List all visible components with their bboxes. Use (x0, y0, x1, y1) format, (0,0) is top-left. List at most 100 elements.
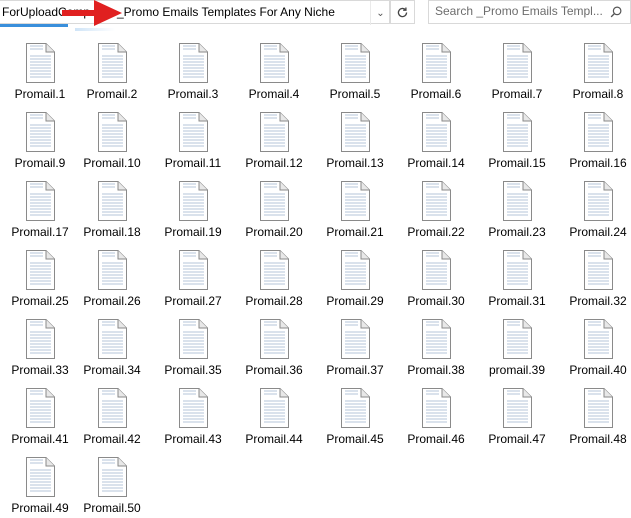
file-item[interactable]: Promail.5 (315, 36, 395, 104)
document-icon (503, 388, 532, 428)
file-item[interactable]: Promail.49 (0, 450, 80, 518)
file-item[interactable]: Promail.12 (234, 105, 314, 173)
file-name-label: Promail.11 (164, 156, 222, 170)
breadcrumb-parent[interactable]: ForUploadComp (2, 5, 114, 19)
file-item[interactable]: Promail.9 (0, 105, 80, 173)
selection-underline (0, 24, 68, 27)
chevron-down-icon: ⌄ (376, 7, 385, 19)
file-item[interactable]: Promail.38 (396, 312, 476, 380)
file-item[interactable]: Promail.26 (72, 243, 152, 311)
file-item[interactable]: Promail.34 (72, 312, 152, 380)
file-item[interactable]: Promail.17 (0, 174, 80, 242)
file-item[interactable]: Promail.28 (234, 243, 314, 311)
file-item[interactable]: Promail.35 (153, 312, 233, 380)
file-item[interactable]: Promail.20 (234, 174, 314, 242)
file-name-label: Promail.28 (245, 294, 303, 308)
file-item[interactable]: Promail.41 (0, 381, 80, 449)
file-item[interactable]: Promail.14 (396, 105, 476, 173)
document-icon (179, 43, 208, 83)
document-icon (341, 250, 370, 290)
file-item[interactable]: Promail.40 (558, 312, 631, 380)
file-item[interactable]: Promail.6 (396, 36, 476, 104)
file-name-label: Promail.47 (488, 432, 546, 446)
file-name-label: Promail.21 (326, 225, 384, 239)
file-name-label: Promail.40 (569, 363, 627, 377)
file-item[interactable]: Promail.13 (315, 105, 395, 173)
file-item[interactable]: Promail.1 (0, 36, 80, 104)
file-item[interactable]: Promail.25 (0, 243, 80, 311)
search-icon[interactable] (610, 6, 622, 18)
refresh-button[interactable] (390, 0, 415, 24)
file-item[interactable]: Promail.7 (477, 36, 557, 104)
file-item[interactable]: Promail.4 (234, 36, 314, 104)
search-box[interactable] (428, 0, 631, 24)
file-name-label: Promail.23 (488, 225, 546, 239)
breadcrumb-current-folder[interactable]: _Promo Emails Templates For Any Niche (117, 5, 335, 19)
file-item[interactable]: Promail.45 (315, 381, 395, 449)
file-item[interactable]: Promail.19 (153, 174, 233, 242)
file-name-label: Promail.7 (491, 87, 543, 101)
file-grid: Promail.1 Promail.2 Promail.3 Promail.4 Prom… (0, 36, 631, 518)
file-item[interactable]: Promail.44 (234, 381, 314, 449)
address-bar[interactable]: ForUploadComp _Promo Emails Templates Fo… (0, 0, 390, 27)
file-name-label: Promail.22 (407, 225, 465, 239)
file-item[interactable]: Promail.31 (477, 243, 557, 311)
file-item[interactable]: Promail.2 (72, 36, 152, 104)
file-item[interactable]: Promail.48 (558, 381, 631, 449)
document-icon (422, 112, 451, 152)
file-item[interactable]: Promail.33 (0, 312, 80, 380)
document-icon (584, 43, 613, 83)
document-icon (98, 250, 127, 290)
file-item[interactable]: Promail.23 (477, 174, 557, 242)
document-icon (341, 112, 370, 152)
file-item[interactable]: Promail.30 (396, 243, 476, 311)
document-icon (26, 457, 55, 497)
address-dropdown-button[interactable]: ⌄ (370, 1, 390, 25)
document-icon (179, 319, 208, 359)
file-item[interactable]: Promail.29 (315, 243, 395, 311)
file-name-label: Promail.34 (83, 363, 141, 377)
file-item[interactable]: Promail.10 (72, 105, 152, 173)
file-item[interactable]: Promail.15 (477, 105, 557, 173)
file-item[interactable]: Promail.36 (234, 312, 314, 380)
file-item[interactable]: Promail.21 (315, 174, 395, 242)
document-icon (260, 112, 289, 152)
refresh-icon (397, 6, 408, 17)
file-name-label: Promail.25 (11, 294, 69, 308)
search-input[interactable] (435, 4, 605, 18)
document-icon (584, 250, 613, 290)
document-icon (179, 112, 208, 152)
file-item[interactable]: Promail.37 (315, 312, 395, 380)
file-name-label: Promail.9 (14, 156, 66, 170)
file-item[interactable]: Promail.47 (477, 381, 557, 449)
file-name-label: Promail.10 (83, 156, 141, 170)
file-item[interactable]: Promail.43 (153, 381, 233, 449)
file-item[interactable]: Promail.42 (72, 381, 152, 449)
file-name-label: Promail.42 (83, 432, 141, 446)
file-name-label: Promail.13 (326, 156, 384, 170)
file-name-label: Promail.36 (245, 363, 303, 377)
document-icon (584, 319, 613, 359)
file-item[interactable]: Promail.11 (153, 105, 233, 173)
file-item[interactable]: Promail.22 (396, 174, 476, 242)
file-item[interactable]: Promail.50 (72, 450, 152, 518)
file-name-label: Promail.5 (329, 87, 381, 101)
file-name-label: Promail.31 (488, 294, 546, 308)
file-item[interactable]: Promail.8 (558, 36, 631, 104)
file-name-label: Promail.1 (14, 87, 66, 101)
file-item[interactable]: Promail.3 (153, 36, 233, 104)
file-item[interactable]: promail.39 (477, 312, 557, 380)
file-item[interactable]: Promail.24 (558, 174, 631, 242)
file-item[interactable]: Promail.27 (153, 243, 233, 311)
file-item[interactable]: Promail.32 (558, 243, 631, 311)
file-name-label: Promail.4 (248, 87, 300, 101)
file-item[interactable]: Promail.46 (396, 381, 476, 449)
document-icon (98, 457, 127, 497)
document-icon (422, 43, 451, 83)
file-item[interactable]: Promail.18 (72, 174, 152, 242)
document-icon (98, 112, 127, 152)
document-icon (26, 181, 55, 221)
file-item[interactable]: Promail.16 (558, 105, 631, 173)
document-icon (341, 319, 370, 359)
document-icon (98, 181, 127, 221)
